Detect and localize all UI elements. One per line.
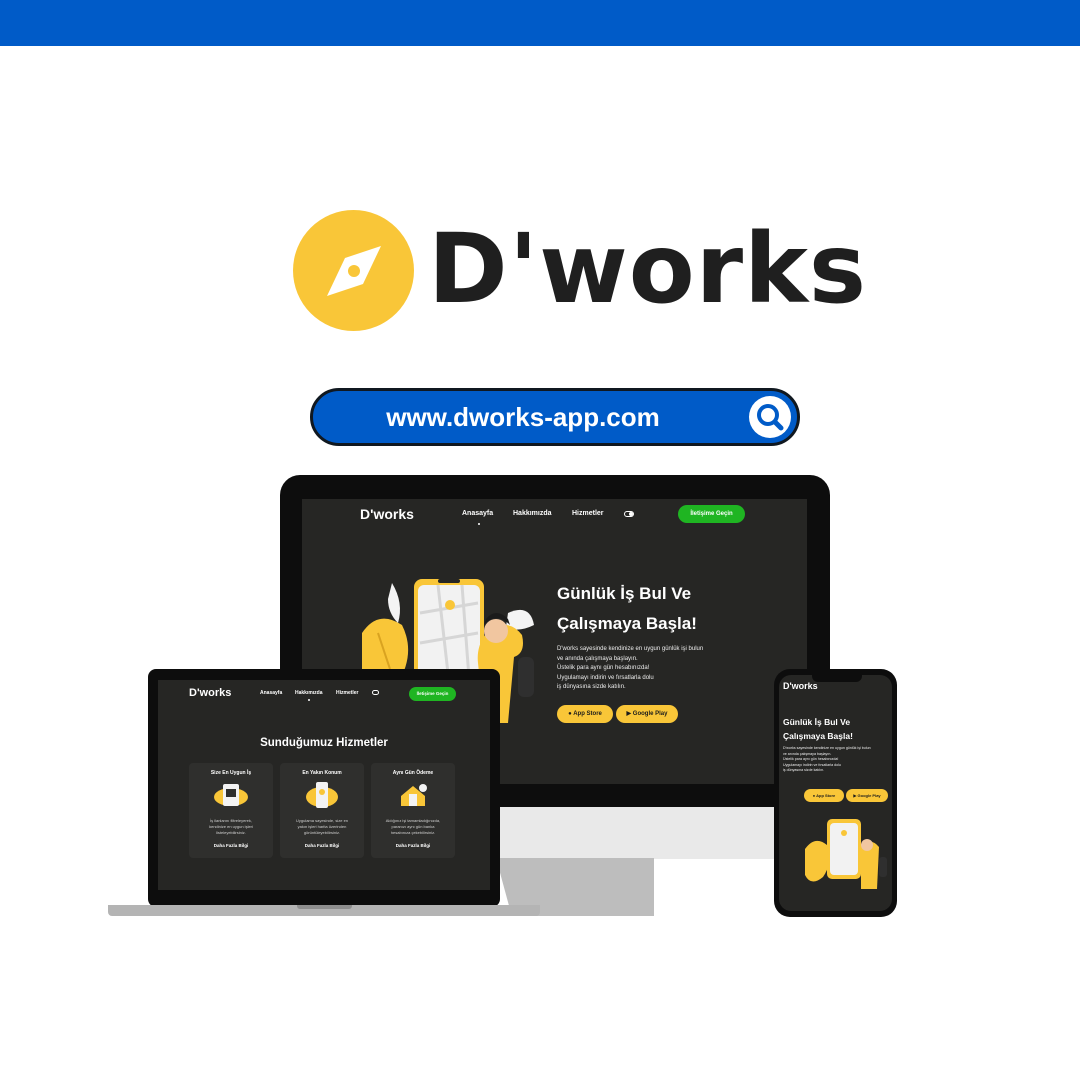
job-filter-illustration xyxy=(213,780,249,810)
card-line: listeleyebilirsiniz. xyxy=(216,830,246,835)
search-icon[interactable] xyxy=(749,396,791,438)
hero-line: D'works sayesinde kendinize en uygun gün… xyxy=(783,746,871,750)
laptop-notch xyxy=(297,905,352,909)
card-line: görüntüleyebilirsiniz. xyxy=(303,830,341,835)
hero-line: Üstelik para aynı gün hesabınızda! xyxy=(557,665,650,671)
nav-logo[interactable]: D'works xyxy=(783,681,818,691)
apple-icon: ● xyxy=(568,711,572,717)
phone-notch xyxy=(812,673,862,682)
app-store-button[interactable]: ● App Store xyxy=(557,705,613,723)
card-title: Aynı Gün Ödeme xyxy=(392,770,434,776)
nav-link-home[interactable]: Anasayfa xyxy=(260,690,282,696)
url-text: www.dworks-app.com xyxy=(386,402,660,432)
hero-line: Uygulamayı indirin ve fırsatlarla dolu xyxy=(557,674,654,681)
services-title: Sunduğumuz Hizmetler xyxy=(260,737,388,749)
top-banner xyxy=(0,0,1080,46)
hero-illustration xyxy=(801,815,891,893)
nav-logo[interactable]: D'works xyxy=(360,506,414,522)
nav-link-home[interactable]: Anasayfa xyxy=(462,510,493,517)
toggle-icon[interactable] xyxy=(372,690,379,695)
nav-link-services[interactable]: Hizmetler xyxy=(572,510,604,517)
hero-description: D'works sayesinde kendinize en uygun gün… xyxy=(557,645,703,693)
more-info-link[interactable]: Daha Fazla Bilgi xyxy=(371,843,455,848)
service-card: Aynı Gün Ödeme Aldığınız işi tamamladığı… xyxy=(371,763,455,858)
app-store-button[interactable]: ● App Store xyxy=(804,789,844,802)
phone-screen: D'works Günlük İş Bul Ve Çalışmaya Başla… xyxy=(779,675,892,911)
toggle-icon[interactable] xyxy=(624,511,634,517)
payment-illustration xyxy=(395,780,431,810)
service-card: En Yakın Konum Uygulama sayesinde, size … xyxy=(280,763,364,858)
hero-line: D'works sayesinde kendinize en uygun gün… xyxy=(557,646,704,652)
laptop-screen: D'works Anasayfa Hakkımızda Hizmetler İl… xyxy=(158,680,490,890)
nav-link-services[interactable]: Hizmetler xyxy=(336,690,359,696)
url-bar[interactable]: www.dworks-app.com xyxy=(310,388,800,446)
apple-icon: ● xyxy=(812,793,816,798)
play-icon: ▶ xyxy=(853,793,857,798)
app-store-label: App Store xyxy=(816,793,836,798)
hero-title-line2: Çalışmaya Başla! xyxy=(783,731,853,741)
google-play-button[interactable]: ▶ Google Play xyxy=(846,789,888,802)
nav-link-about[interactable]: Hakkımızda xyxy=(295,690,323,696)
hero-line: ve anında çalışmaya başlayın. xyxy=(557,655,638,662)
hero-title-line1: Günlük İş Bul Ve xyxy=(557,584,692,603)
card-description: İş ilanlarını filtreleyerek, kendinize e… xyxy=(189,818,273,836)
card-title: En Yakın Konum xyxy=(302,770,342,776)
brand-logo-text: D'works xyxy=(428,213,868,325)
card-description: Uygulama sayesinde, size en yakın işleri… xyxy=(280,818,364,836)
contact-button[interactable]: İletişime Geçin xyxy=(678,505,745,523)
hero-line: iş dünyasına sizde katılın. xyxy=(783,768,825,773)
more-info-link[interactable]: Daha Fazla Bilgi xyxy=(280,843,364,848)
google-play-button[interactable]: ▶ Google Play xyxy=(616,705,678,723)
google-play-label: Google Play xyxy=(857,793,881,798)
compass-icon xyxy=(293,210,414,331)
active-dot xyxy=(308,699,310,701)
card-description: Aldığınız işi tamamladığınızda, paranızı… xyxy=(371,818,455,836)
map-phone-illustration xyxy=(304,780,340,810)
card-title: Size En Uygun İş xyxy=(210,770,252,776)
card-line: hesabınıza çekebilirsiniz. xyxy=(390,830,436,835)
google-play-label: Google Play xyxy=(632,711,668,717)
contact-button[interactable]: İletişime Geçin xyxy=(409,687,456,701)
active-dot xyxy=(478,523,480,525)
hero-title-line2: Çalışmaya Başla! xyxy=(557,614,697,633)
hero-line: iş dünyasına sizde katılın. xyxy=(557,684,626,690)
app-store-label: App Store xyxy=(573,711,602,717)
hero-title-line1: Günlük İş Bul Ve xyxy=(783,717,851,727)
more-info-link[interactable]: Daha Fazla Bilgi xyxy=(189,843,273,848)
hero-description: D'works sayesinde kendinize en uygun gün… xyxy=(783,746,871,774)
nav-logo[interactable]: D'works xyxy=(189,687,231,699)
nav-link-about[interactable]: Hakkımızda xyxy=(513,510,552,517)
play-icon: ▶ xyxy=(626,711,632,717)
service-card: Size En Uygun İş İş ilanlarını filtreley… xyxy=(189,763,273,858)
